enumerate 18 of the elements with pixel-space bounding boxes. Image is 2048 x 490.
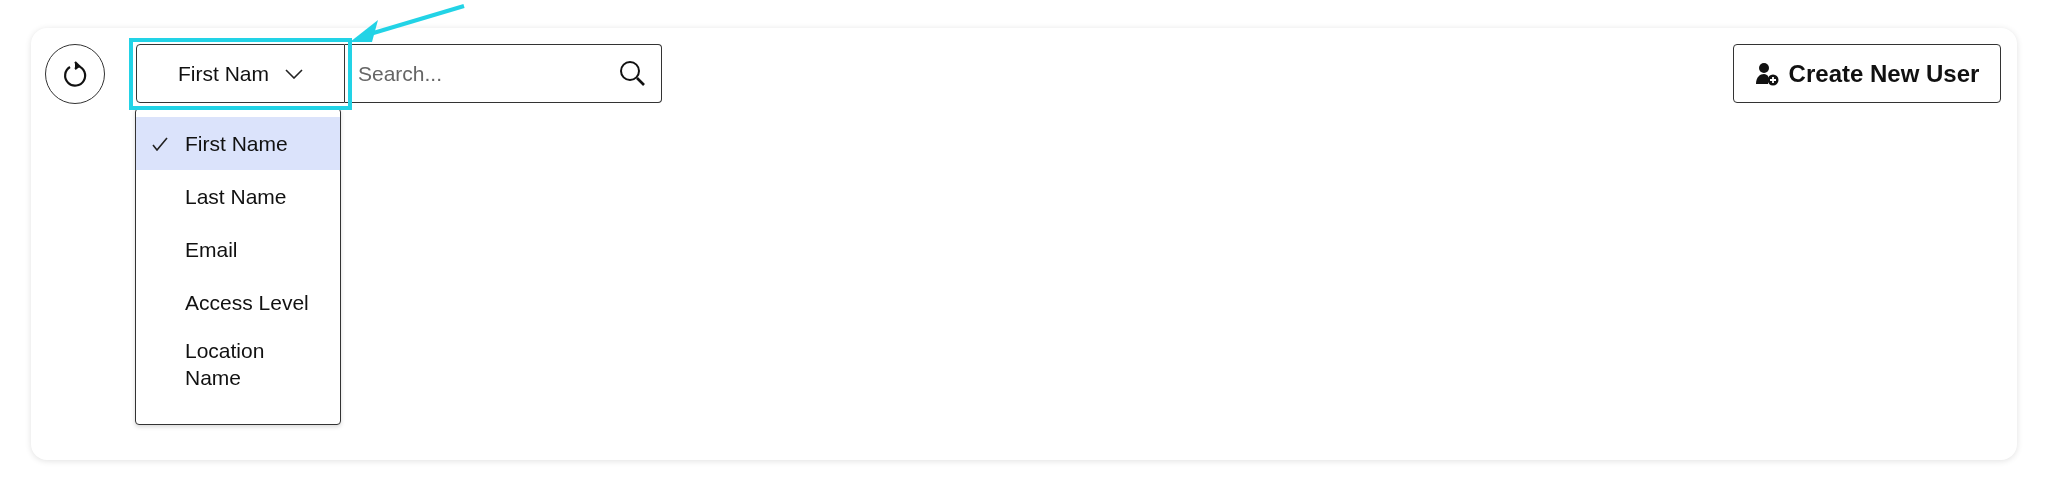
search-icon	[618, 59, 646, 87]
create-user-button[interactable]: Create New User	[1733, 44, 2001, 103]
menu-item-label: Email	[185, 237, 238, 263]
menu-item-label: Access Level	[185, 290, 309, 316]
menu-item[interactable]: Email	[136, 223, 340, 276]
menu-item-label: Location Name	[185, 338, 266, 391]
refresh-icon	[62, 60, 88, 88]
menu-item-label: First Name	[185, 131, 288, 157]
chevron-down-icon	[285, 68, 303, 79]
menu-item-label: Last Name	[185, 184, 287, 210]
add-user-icon	[1754, 61, 1779, 86]
menu-item[interactable]: Access Level	[136, 276, 340, 329]
menu-item[interactable]: Last Name	[136, 170, 340, 223]
menu-item[interactable]: Location Name	[136, 329, 340, 399]
checkmark-icon	[152, 137, 168, 151]
search-field[interactable]: Search...	[345, 44, 662, 103]
menu-item[interactable]: First Name	[136, 117, 340, 170]
field-dropdown[interactable]: First Nam	[136, 44, 345, 103]
